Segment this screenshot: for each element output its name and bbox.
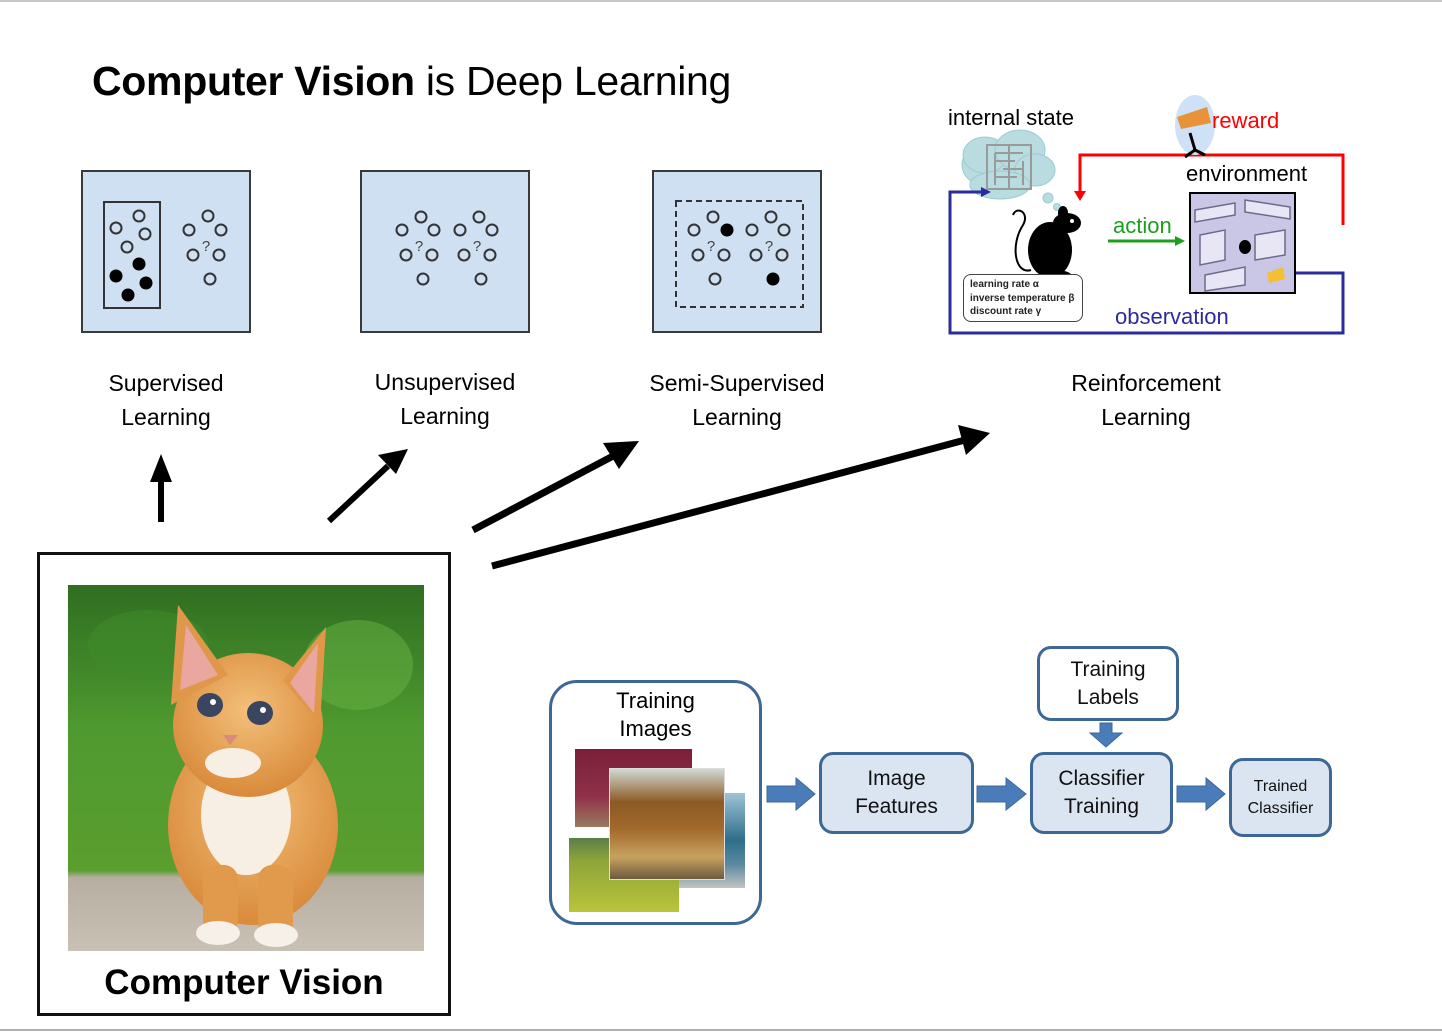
label-line: Features (855, 795, 938, 818)
arrow-labels-to-classifier (1088, 722, 1124, 748)
trained-classifier-box: Trained Classifier (1229, 758, 1332, 837)
label-line: Training (1063, 795, 1140, 818)
label-line: Classifier (1058, 767, 1145, 790)
label-line: Image (867, 767, 926, 790)
arrow-features-to-classifier (976, 776, 1027, 812)
arrow-classifier-to-trained (1176, 776, 1226, 812)
label-line: Trained (1253, 777, 1308, 795)
image-features-box: Image Features (819, 752, 974, 834)
label-line: Labels (1077, 685, 1139, 709)
pipeline-arrows (766, 722, 1226, 812)
label-line: Classifier (1247, 799, 1314, 817)
bottom-border (0, 1029, 1442, 1031)
training-labels-box: Training Labels (1037, 646, 1179, 721)
classifier-training-box: Classifier Training (1030, 752, 1173, 834)
arrow-images-to-features (766, 776, 816, 812)
label-line: Training (1070, 657, 1146, 681)
